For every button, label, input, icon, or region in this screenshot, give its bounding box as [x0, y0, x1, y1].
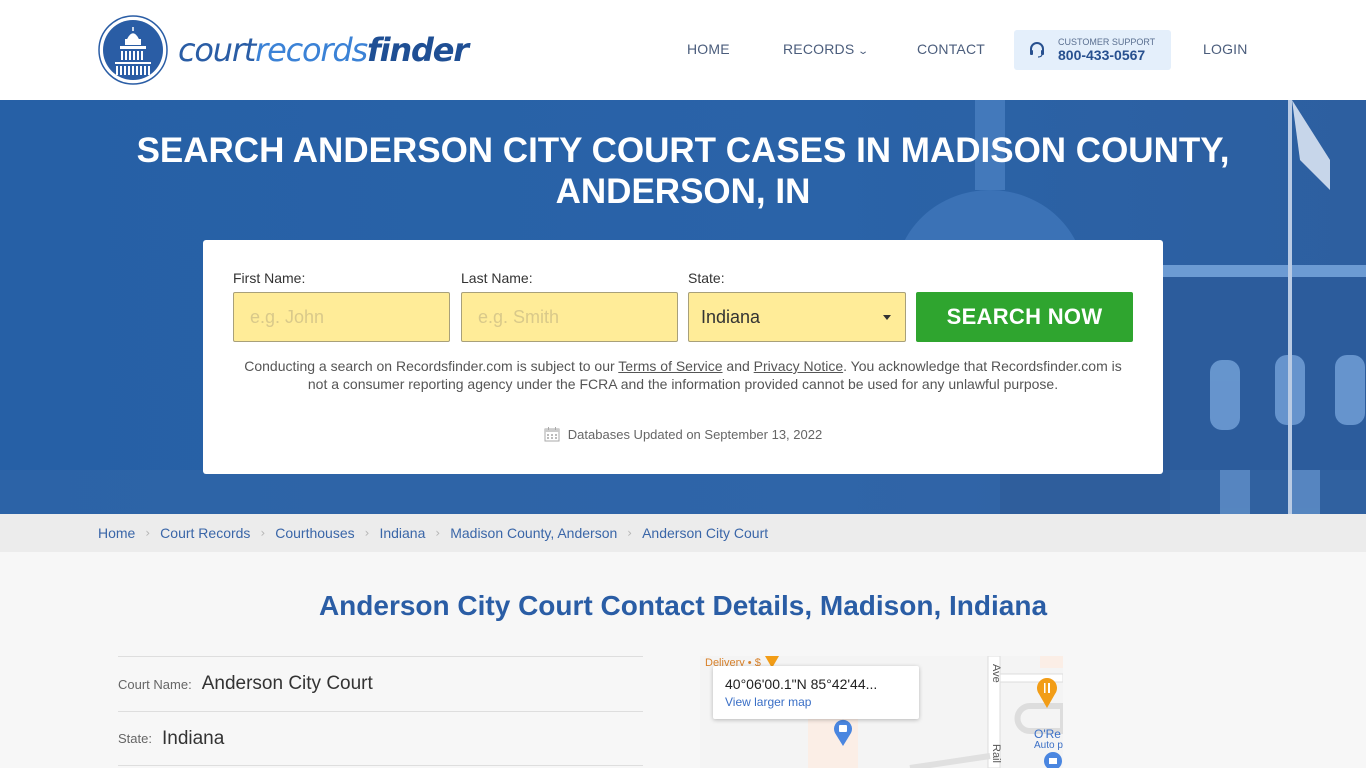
- site-header: courtrecordsfinder HOME RECORDS ⌄ CONTAC…: [0, 0, 1366, 100]
- breadcrumb: Home › Court Records › Courthouses › Ind…: [0, 514, 1366, 552]
- embedded-map[interactable]: Delivery • $ Ave Rail O'Re Auto p 40°06'…: [700, 656, 1063, 768]
- chevron-right-icon: ›: [145, 526, 151, 540]
- database-updated-text: Databases Updated on September 13, 2022: [567, 426, 823, 442]
- last-name-label: Last Name:: [461, 270, 533, 286]
- view-larger-map-link[interactable]: View larger map: [725, 695, 919, 709]
- map-label-oreilly: O'Re: [1034, 727, 1061, 741]
- nav-records[interactable]: RECORDS ⌄: [783, 41, 869, 57]
- support-label: CUSTOMER SUPPORT: [1058, 37, 1156, 47]
- nav-home[interactable]: HOME: [687, 41, 730, 57]
- customer-support-button[interactable]: CUSTOMER SUPPORT 800-433-0567: [1014, 30, 1171, 70]
- detail-row-court-name: Court Name: Anderson City Court: [118, 656, 643, 711]
- page-title: Anderson City Court Contact Details, Mad…: [318, 590, 1048, 621]
- calendar-icon: [544, 427, 560, 442]
- chevron-right-icon: ›: [435, 526, 441, 540]
- breadcrumb-court-records[interactable]: Court Records: [160, 525, 250, 541]
- terms-of-service-link[interactable]: Terms of Service: [618, 358, 722, 374]
- map-coordinates: 40°06'00.1"N 85°42'44...: [725, 676, 878, 692]
- last-name-input[interactable]: [461, 292, 678, 342]
- search-disclaimer: Conducting a search on Recordsfinder.com…: [233, 357, 1133, 393]
- breadcrumb-home[interactable]: Home: [98, 525, 135, 541]
- breadcrumb-indiana[interactable]: Indiana: [379, 525, 425, 541]
- restaurant-pin-icon: [1037, 678, 1057, 708]
- state-label: State:: [688, 270, 725, 286]
- chevron-right-icon: ›: [627, 526, 633, 540]
- detail-row-state: State: Indiana: [118, 711, 643, 766]
- state-select[interactable]: Indiana: [688, 292, 906, 342]
- first-name-input[interactable]: [233, 292, 450, 342]
- chevron-down-icon: ⌄: [856, 46, 869, 57]
- map-label-rail: Rail: [990, 744, 1002, 763]
- detail-label: Court Name:: [118, 676, 192, 692]
- disclaimer-text-2: and: [722, 358, 754, 374]
- detail-value: Anderson City Court: [201, 673, 373, 694]
- shopping-pin-icon: [1044, 752, 1062, 768]
- nav-records-label: RECORDS: [783, 41, 855, 57]
- search-form-card: First Name: Last Name: State: Indiana SE…: [203, 240, 1163, 474]
- state-select-value: Indiana: [701, 306, 761, 327]
- detail-label: State:: [118, 731, 152, 746]
- breadcrumb-current: Anderson City Court: [642, 525, 769, 541]
- shopping-bag-pin-icon: [834, 719, 852, 746]
- chevron-right-icon: ›: [260, 526, 266, 540]
- breadcrumb-madison-county[interactable]: Madison County, Anderson: [450, 525, 617, 541]
- support-phone: 800-433-0567: [1058, 47, 1146, 63]
- detail-value: Indiana: [161, 727, 225, 749]
- search-now-button[interactable]: SEARCH NOW: [916, 292, 1133, 342]
- disclaimer-text-1: Conducting a search on Recordsfinder.com…: [244, 358, 619, 374]
- map-label-ave: Ave: [990, 664, 1002, 683]
- headset-icon: [1030, 42, 1044, 58]
- logo-link[interactable]: courtrecordsfinder: [98, 15, 469, 85]
- hero-title-line1: SEARCH ANDERSON CITY COURT CASES IN MADI…: [136, 131, 1230, 170]
- breadcrumb-courthouses[interactable]: Courthouses: [275, 525, 354, 541]
- map-info-popup: 40°06'00.1"N 85°42'44... View larger map: [713, 666, 919, 719]
- map-label-auto: Auto p: [1034, 740, 1063, 751]
- first-name-label: First Name:: [233, 270, 306, 286]
- chevron-right-icon: ›: [364, 526, 370, 540]
- logo-text-court: court: [178, 31, 256, 69]
- court-details-list: Court Name: Anderson City Court State: I…: [118, 656, 643, 766]
- hero-title-line2: ANDERSON, IN: [555, 172, 811, 211]
- nav-login[interactable]: LOGIN: [1203, 41, 1248, 57]
- caret-down-icon: [883, 315, 891, 320]
- logo-wordmark: courtrecordsfinder: [178, 31, 469, 69]
- privacy-notice-link[interactable]: Privacy Notice: [754, 358, 843, 374]
- capitol-logo-icon: [98, 15, 168, 85]
- hero-title: SEARCH ANDERSON CITY COURT CASES IN MADI…: [0, 130, 1366, 212]
- database-updated-note: Databases Updated on September 13, 2022: [203, 426, 1163, 442]
- logo-text-records: records: [255, 31, 368, 69]
- logo-text-finder: finder: [366, 31, 469, 69]
- nav-contact[interactable]: CONTACT: [917, 41, 985, 57]
